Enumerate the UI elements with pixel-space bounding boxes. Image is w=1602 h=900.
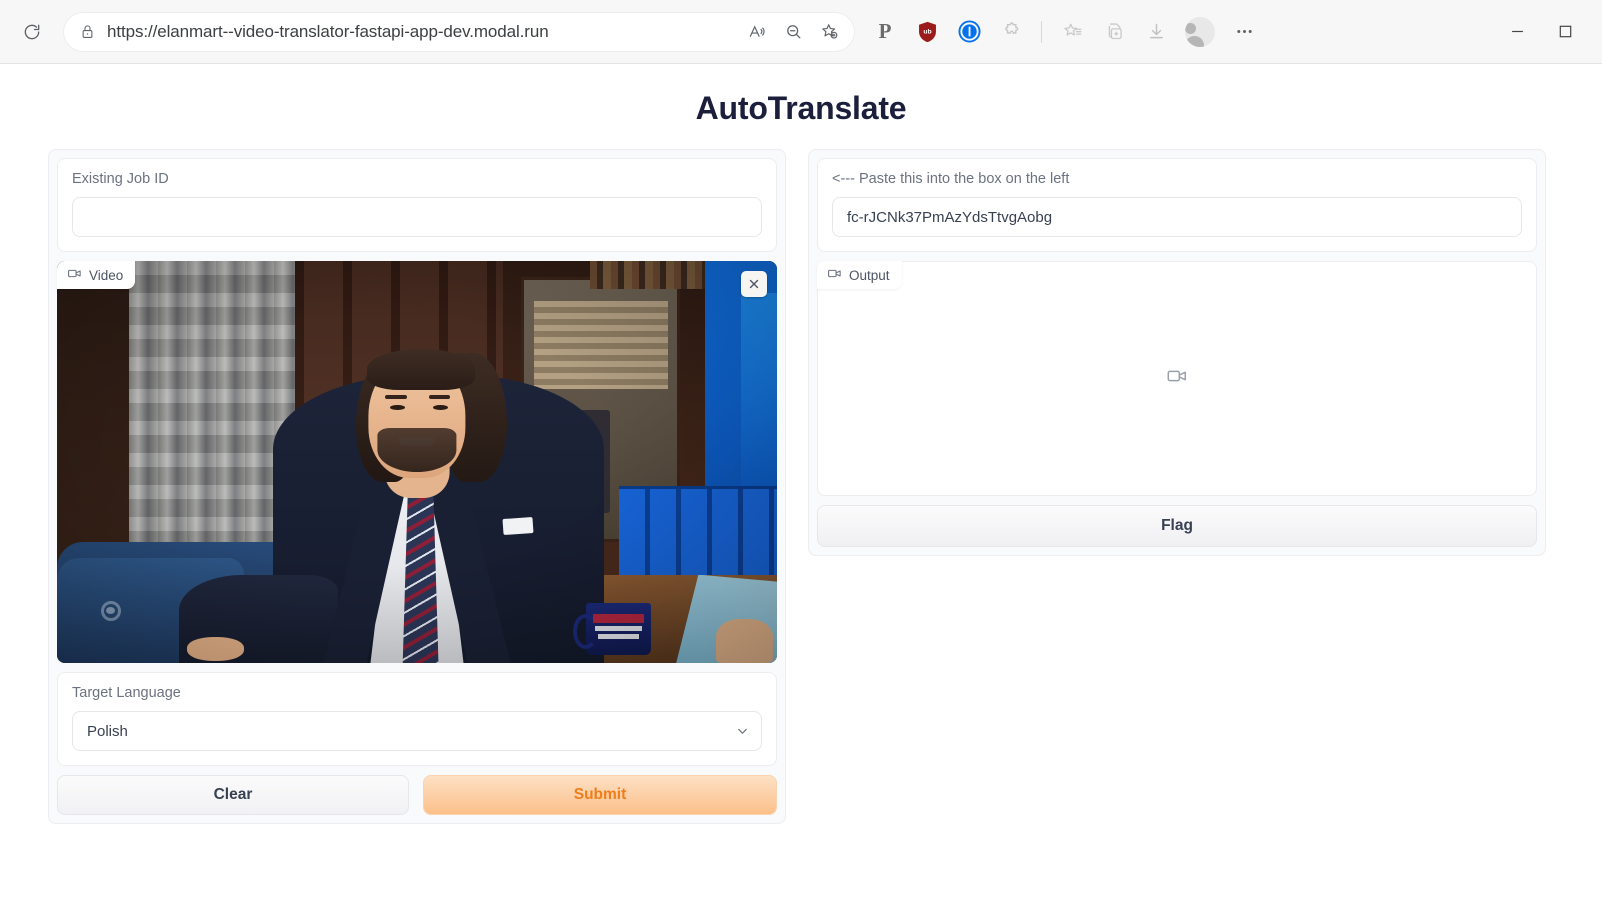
- job-id-input[interactable]: [72, 197, 762, 237]
- paste-hint-card: <--- Paste this into the box on the left: [817, 158, 1537, 252]
- left-column: Existing Job ID Video Target Language Po…: [48, 149, 786, 824]
- zoom-out-icon[interactable]: [776, 15, 810, 49]
- output-chip: Output: [817, 261, 902, 289]
- video-player[interactable]: [57, 261, 777, 663]
- address-bar[interactable]: https://elanmart--video-translator-fasta…: [64, 12, 854, 51]
- clear-button[interactable]: Clear: [57, 775, 409, 815]
- reload-icon[interactable]: [14, 14, 50, 50]
- chevron-down-icon: [735, 724, 750, 739]
- lock-icon: [80, 24, 95, 39]
- output-chip-label: Output: [849, 267, 890, 283]
- collections-icon[interactable]: [1095, 13, 1133, 51]
- video-chip-label: Video: [89, 267, 124, 283]
- video-frame-image: [57, 261, 777, 663]
- extensions-toolbar: P ub: [866, 13, 1263, 51]
- settings-ellipsis-icon[interactable]: [1225, 13, 1263, 51]
- video-chip: Video: [57, 261, 136, 289]
- target-language-card: Target Language Polish: [57, 672, 777, 766]
- read-aloud-icon[interactable]: [740, 15, 774, 49]
- target-language-value: Polish: [72, 711, 762, 751]
- job-id-label: Existing Job ID: [72, 171, 169, 187]
- main-columns: Existing Job ID Video Target Language Po…: [0, 149, 1602, 824]
- video-camera-icon: [67, 266, 82, 284]
- target-language-select[interactable]: Polish: [72, 711, 762, 751]
- job-id-card: Existing Job ID: [57, 158, 777, 252]
- onepassword-extension-icon[interactable]: [950, 13, 988, 51]
- browser-toolbar: https://elanmart--video-translator-fasta…: [0, 0, 1602, 64]
- left-panel: Existing Job ID Video Target Language Po…: [48, 149, 786, 824]
- extensions-puzzle-icon[interactable]: [992, 13, 1030, 51]
- page-title: AutoTranslate: [695, 90, 907, 126]
- app-page: AutoTranslate Existing Job ID Video Targ…: [0, 64, 1602, 900]
- right-column: <--- Paste this into the box on the left…: [808, 149, 1546, 556]
- right-panel: <--- Paste this into the box on the left…: [808, 149, 1546, 556]
- paste-hint-label: <--- Paste this into the box on the left: [832, 171, 1070, 187]
- action-buttons: Clear Submit: [57, 775, 777, 815]
- minimize-button[interactable]: [1494, 12, 1540, 52]
- add-favorite-icon[interactable]: [812, 15, 846, 49]
- submit-button[interactable]: Submit: [423, 775, 777, 815]
- target-language-label: Target Language: [72, 685, 181, 701]
- video-camera-icon: [827, 266, 842, 284]
- toolbar-divider: [1041, 20, 1042, 43]
- video-camera-icon: [1166, 365, 1188, 392]
- window-controls: [1494, 12, 1588, 52]
- video-card: Video: [57, 261, 777, 663]
- svg-text:ub: ub: [923, 28, 931, 35]
- output-video-area[interactable]: [817, 261, 1537, 496]
- paypal-extension-icon[interactable]: P: [866, 13, 904, 51]
- flag-button[interactable]: Flag: [817, 505, 1537, 547]
- maximize-button[interactable]: [1542, 12, 1588, 52]
- profile-avatar[interactable]: [1185, 16, 1215, 47]
- job-id-output-input[interactable]: [832, 197, 1522, 237]
- output-card: Output: [817, 261, 1537, 496]
- flag-row: Flag: [817, 505, 1537, 547]
- ublock-origin-extension-icon[interactable]: ub: [908, 13, 946, 51]
- downloads-icon[interactable]: [1137, 13, 1175, 51]
- close-icon[interactable]: [741, 271, 767, 297]
- url-text: https://elanmart--video-translator-fasta…: [107, 21, 549, 41]
- favorites-icon[interactable]: [1053, 13, 1091, 51]
